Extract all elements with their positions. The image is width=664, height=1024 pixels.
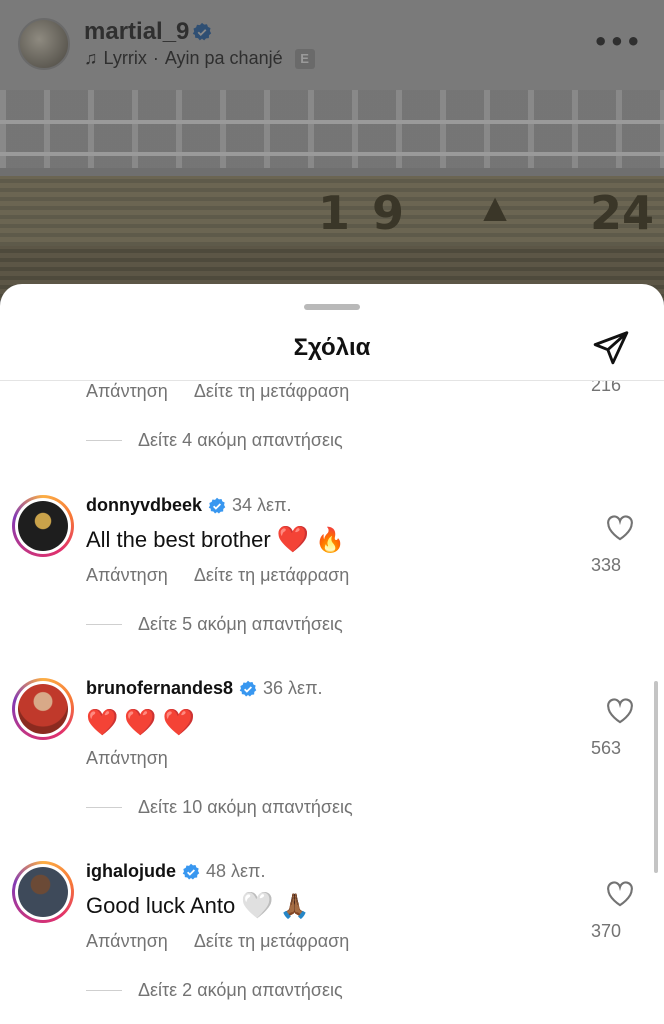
music-separator: ·: [152, 48, 159, 68]
like-count: 216: [590, 381, 622, 395]
heart-outline-icon[interactable]: [606, 515, 634, 541]
stand-digits-left: 19: [318, 186, 427, 240]
reply-button[interactable]: Απάντηση: [86, 748, 168, 769]
view-more-line: [86, 440, 122, 441]
view-more-line: [86, 990, 122, 991]
comment-avatar[interactable]: [12, 678, 74, 740]
heart-outline-icon[interactable]: [606, 698, 634, 724]
comment-time: 34 λεπ.: [232, 495, 292, 515]
comment-actions: Απάντηση: [86, 748, 168, 769]
eagle-crest-icon: ▲: [475, 186, 515, 230]
verified-badge-icon: [208, 497, 226, 513]
music-artist: Lyrrix: [103, 48, 147, 68]
reply-button[interactable]: Απάντηση: [86, 565, 168, 586]
comment-avatar[interactable]: [12, 495, 74, 557]
comment-time: 48 λεπ.: [206, 861, 266, 881]
view-more-label: Δείτε 10 ακόμη απαντήσεις: [138, 797, 353, 817]
reply-button[interactable]: Απάντηση: [86, 381, 168, 402]
comment-avatar[interactable]: [12, 861, 74, 923]
comment-item: brunofernandes8 36 λεπ. ❤️ ❤️ ❤️ Απάντησ…: [0, 678, 664, 838]
red-heart-emoji: ❤️: [276, 525, 310, 555]
comment-text: ❤️ ❤️ ❤️: [86, 708, 195, 738]
comment-text: Good luck Anto 🤍 🙏🏾: [86, 891, 310, 922]
reply-button[interactable]: Απάντηση: [86, 931, 168, 952]
heart-outline-icon[interactable]: [606, 881, 634, 907]
like-count: 338: [590, 555, 622, 575]
view-more-replies[interactable]: Δείτε 4 ακόμη απαντήσεις: [86, 430, 343, 451]
comment-item: ighalojude 48 λεπ. Good luck Anto 🤍 🙏🏾 Α…: [0, 861, 664, 1021]
comment-time: 36 λεπ.: [263, 678, 323, 698]
scrollbar[interactable]: [654, 681, 658, 873]
white-heart-emoji: 🤍: [241, 891, 274, 922]
stand-digits-right: 24: [590, 186, 655, 240]
comment-username[interactable]: ighalojude: [86, 861, 176, 882]
red-heart-emoji: ❤️: [162, 708, 196, 738]
comment-text: All the best brother ❤️ 🔥: [86, 525, 345, 555]
post-author-username[interactable]: martial_9: [84, 18, 189, 46]
sheet-title: Σχόλια: [293, 334, 371, 361]
post-author-avatar[interactable]: [18, 18, 70, 70]
comments-sheet: Σχόλια Απάντηση Δείτε τη μετάφραση 216 Δ…: [0, 284, 664, 1024]
view-more-label: Δείτε 2 ακόμη απαντήσεις: [138, 980, 343, 1000]
paper-plane-icon[interactable]: [592, 328, 630, 366]
view-more-label: Δείτε 5 ακόμη απαντήσεις: [138, 614, 343, 634]
comment-header: donnyvdbeek 34 λεπ.: [86, 495, 292, 516]
comment-actions: Απάντηση Δείτε τη μετάφραση: [86, 931, 349, 952]
red-heart-emoji: ❤️: [86, 708, 119, 738]
like-count: 563: [590, 738, 622, 758]
music-song: Ayin pa chanjé: [164, 48, 283, 68]
fire-emoji: 🔥: [315, 526, 345, 554]
ellipsis-icon[interactable]: •••: [593, 28, 642, 56]
view-more-replies[interactable]: Δείτε 2 ακόμη απαντήσεις: [86, 980, 343, 1001]
explicit-badge: E: [294, 48, 315, 69]
comment-actions: Απάντηση Δείτε τη μετάφραση: [86, 565, 349, 586]
view-more-replies[interactable]: Δείτε 5 ακόμη απαντήσεις: [86, 614, 343, 635]
comment-item: donnyvdbeek 34 λεπ. All the best brother…: [0, 495, 664, 655]
post-background: 19 ▲ 24 martial_9 ♫ Lyrrix · Ayin pa cha…: [0, 0, 664, 300]
folded-hands-emoji: 🙏🏾: [279, 892, 310, 920]
red-heart-emoji: ❤️: [124, 708, 157, 738]
see-translation-button[interactable]: Δείτε τη μετάφραση: [194, 381, 349, 402]
comment-username[interactable]: brunofernandes8: [86, 678, 233, 699]
post-image: 19 ▲ 24: [0, 90, 664, 300]
verified-badge-icon: [192, 22, 212, 41]
like-count: 370: [590, 921, 622, 941]
comment-body: Good luck Anto: [86, 893, 236, 918]
comment-username[interactable]: donnyvdbeek: [86, 495, 202, 516]
comment-header: brunofernandes8 36 λεπ.: [86, 678, 323, 699]
verified-badge-icon: [239, 680, 257, 696]
post-music-row[interactable]: ♫ Lyrrix · Ayin pa chanjé E: [84, 48, 315, 69]
comments-list[interactable]: Απάντηση Δείτε τη μετάφραση 216 Δείτε 4 …: [0, 381, 664, 1024]
view-more-replies[interactable]: Δείτε 10 ακόμη απαντήσεις: [86, 797, 353, 818]
music-note-icon: ♫: [84, 48, 98, 68]
see-translation-button[interactable]: Δείτε τη μετάφραση: [194, 931, 349, 952]
verified-badge-icon: [182, 863, 200, 879]
comment-actions-partial: Απάντηση Δείτε τη μετάφραση: [86, 381, 349, 402]
view-more-line: [86, 807, 122, 808]
view-more-label: Δείτε 4 ακόμη απαντήσεις: [138, 430, 343, 450]
comment-header: ighalojude 48 λεπ.: [86, 861, 265, 882]
sheet-grabber-handle[interactable]: [304, 304, 360, 310]
post-header: martial_9 ♫ Lyrrix · Ayin pa chanjé E ••…: [0, 0, 664, 90]
comment-body: All the best brother: [86, 527, 271, 552]
see-translation-button[interactable]: Δείτε τη μετάφραση: [194, 565, 349, 586]
view-more-line: [86, 624, 122, 625]
